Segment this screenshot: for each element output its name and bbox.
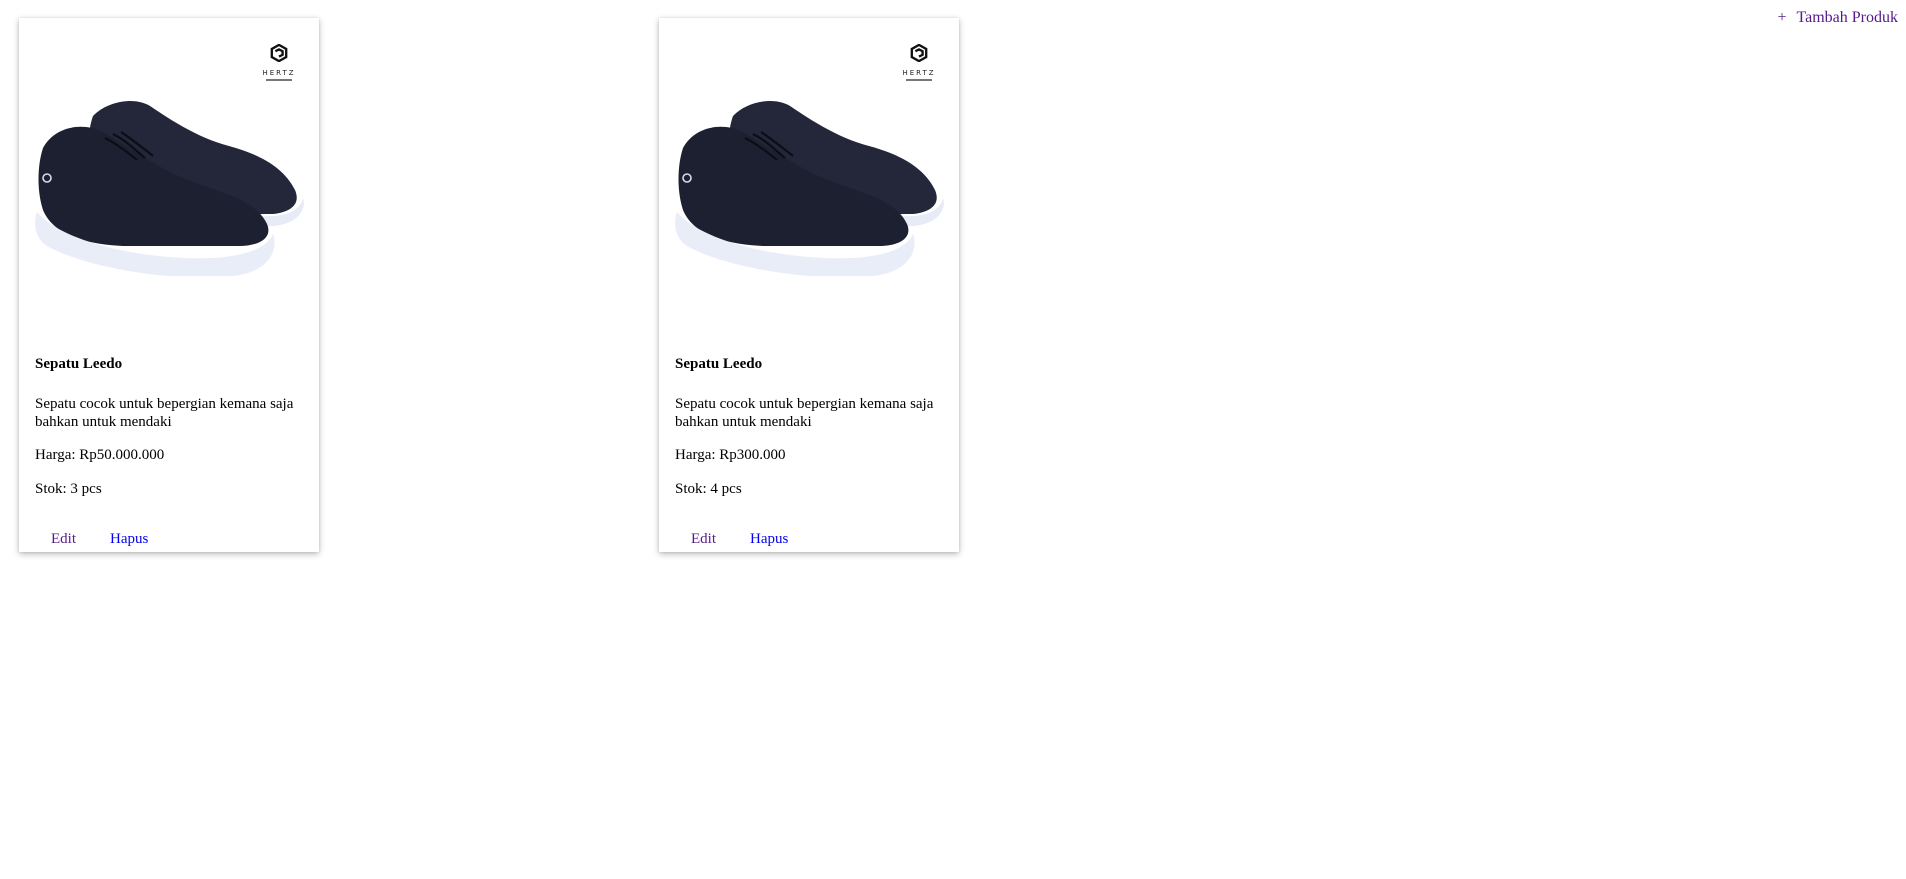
brand-logo-icon (270, 43, 288, 63)
delete-link[interactable]: Hapus (750, 530, 788, 548)
product-card: HERTZ Sepatu Leedo Sepatu cocok untuk be… (19, 18, 319, 552)
product-list: HERTZ Sepatu Leedo Sepatu cocok untuk be… (19, 18, 1019, 552)
product-name: Sepatu Leedo (675, 356, 763, 372)
brand-logo-icon (910, 43, 928, 63)
brand-name: HERTZ (262, 69, 296, 77)
product-description: Sepatu cocok untuk bepergian kemana saja… (35, 396, 294, 430)
shoe-image (35, 101, 304, 276)
product-stock: Stok: 4 pcs (675, 481, 742, 497)
plus-icon: + (1777, 9, 1787, 26)
product-description: Sepatu cocok untuk bepergian kemana saja… (675, 396, 934, 430)
product-actions: Edit Hapus (35, 530, 303, 548)
edit-link[interactable]: Edit (691, 530, 716, 548)
edit-link[interactable]: Edit (51, 530, 76, 548)
product-name: Sepatu Leedo (35, 356, 123, 372)
product-stock: Stok: 3 pcs (35, 481, 102, 497)
shoe-image (675, 101, 944, 276)
page: + Tambah Produk HERTZ Sepatu Leedo Sepat… (0, 0, 1906, 879)
brand-name: HERTZ (902, 69, 936, 77)
brand-tagline-mark (266, 79, 292, 81)
brand-logo: HERTZ (901, 43, 937, 81)
product-actions: Edit Hapus (675, 530, 943, 548)
brand-logo: HERTZ (261, 43, 297, 81)
product-image: HERTZ (35, 30, 304, 320)
product-image: HERTZ (675, 30, 944, 320)
delete-link[interactable]: Hapus (110, 530, 148, 548)
product-card: HERTZ Sepatu Leedo Sepatu cocok untuk be… (659, 18, 959, 552)
product-price: Harga: Rp300.000 (675, 447, 786, 463)
add-product-label: Tambah Produk (1796, 9, 1898, 26)
brand-tagline-mark (906, 79, 932, 81)
add-product-link[interactable]: + Tambah Produk (1777, 9, 1898, 27)
product-price: Harga: Rp50.000.000 (35, 447, 165, 463)
